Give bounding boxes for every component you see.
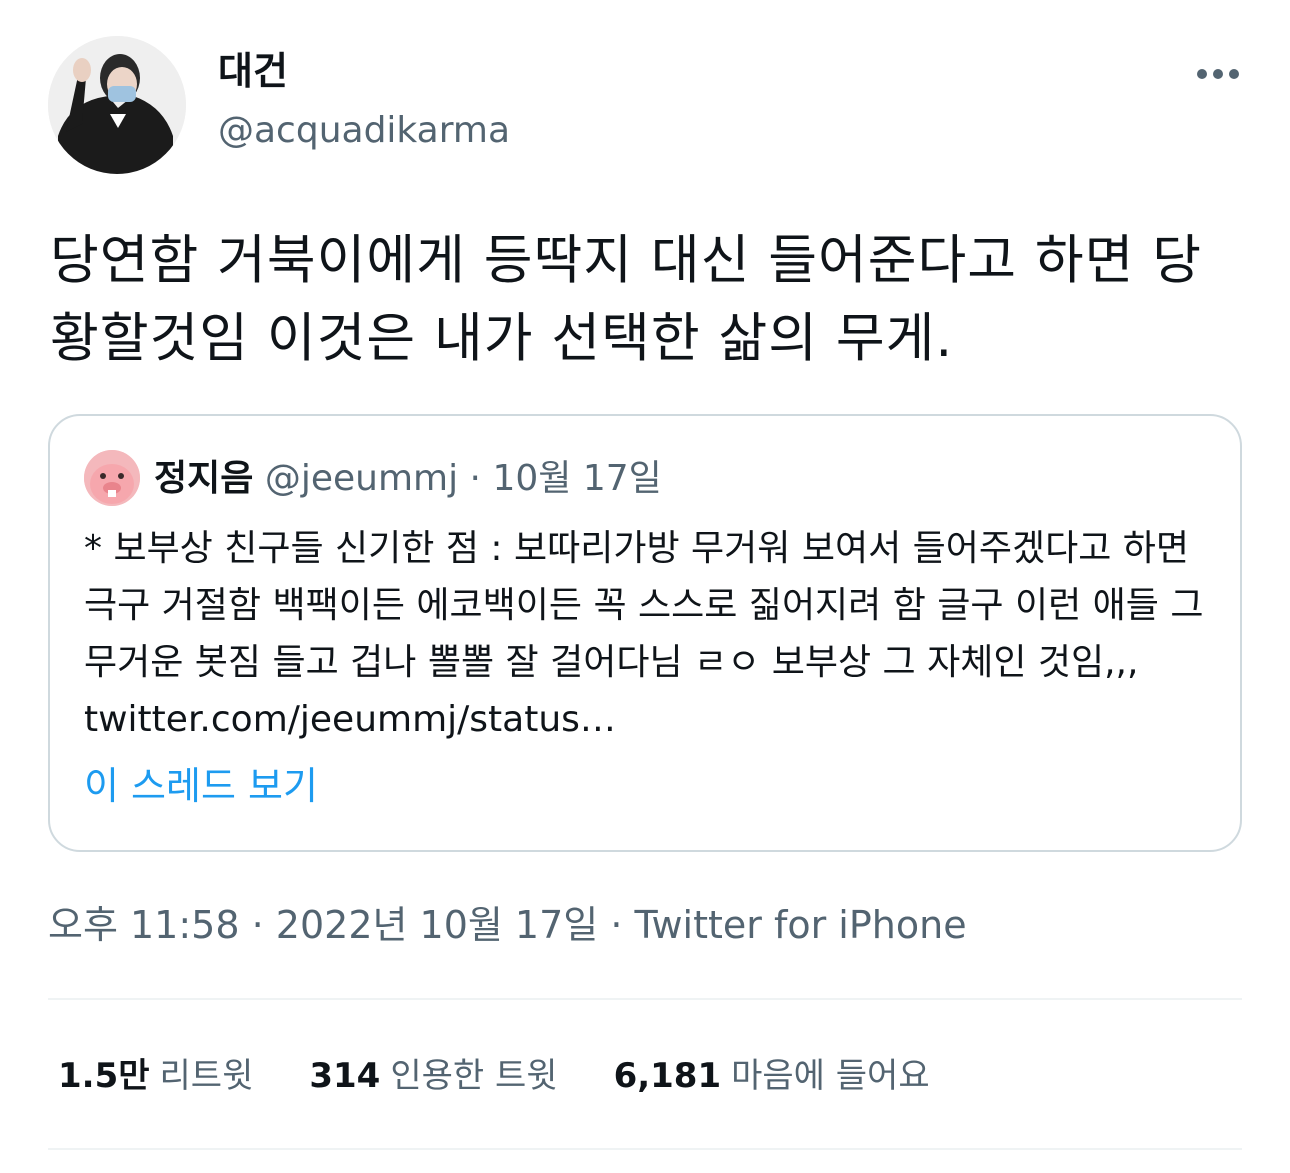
author-handle[interactable]: @acquadikarma	[218, 106, 510, 156]
ellipsis-icon	[1197, 69, 1239, 79]
retweets-stat[interactable]: 1.5만 리트윗	[58, 1050, 253, 1102]
tweet-text: 당연함 거북이에게 등딱지 대신 들어준다고 하면 당황할것임 이것은 내가 선…	[50, 230, 1203, 369]
quotes-stat[interactable]: 314 인용한 트윗	[309, 1050, 557, 1102]
meta-separator: ·	[610, 903, 623, 947]
tweet-meta: 오후 11:58 · 2022년 10월 17일 · Twitter for i…	[48, 898, 967, 952]
quoted-tweet-text: * 보부상 친구들 신기한 점 : 보따리가방 무거워 보여서 들어주겠다고 하…	[84, 528, 1204, 740]
quoted-avatar-image	[84, 450, 140, 506]
quotes-count: 314	[309, 1056, 381, 1096]
quotes-label: 인용한 트윗	[390, 1056, 558, 1096]
tweet-source[interactable]: Twitter for iPhone	[635, 903, 967, 947]
quoted-author-avatar[interactable]	[84, 450, 140, 506]
quoted-handle[interactable]: @jeeummj	[265, 458, 458, 499]
author-display-name[interactable]: 대건	[218, 46, 288, 96]
tweet-stats: 1.5만 리트윗 314 인용한 트윗 6,181 마음에 들어요	[58, 1050, 930, 1102]
likes-stat[interactable]: 6,181 마음에 들어요	[614, 1050, 930, 1102]
author-avatar-image	[48, 36, 186, 174]
likes-count: 6,181	[613, 1056, 722, 1096]
quoted-display-name[interactable]: 정지음	[154, 458, 253, 499]
more-options-button[interactable]	[1190, 56, 1246, 92]
meta-separator: ·	[251, 903, 264, 947]
quoted-separator: ·	[469, 458, 481, 499]
author-avatar[interactable]	[48, 36, 186, 174]
divider	[48, 998, 1242, 1000]
tweet-time[interactable]: 오후 11:58	[48, 903, 240, 947]
retweets-label: 리트윗	[159, 1056, 254, 1096]
tweet-detail: 대건 @acquadikarma 당연함 거북이에게 등딱지 대신 들어준다고 …	[0, 0, 1290, 1173]
show-thread-link[interactable]: 이 스레드 보기	[84, 760, 318, 812]
retweets-count: 1.5만	[58, 1056, 150, 1096]
quoted-date[interactable]: 10월 17일	[492, 458, 661, 499]
likes-label: 마음에 들어요	[731, 1056, 930, 1096]
divider	[48, 1148, 1242, 1150]
tweet-date[interactable]: 2022년 10월 17일	[276, 903, 598, 947]
quoted-tweet-header: 정지음 @jeeummj · 10월 17일	[154, 454, 662, 504]
quoted-tweet-card[interactable]: 정지음 @jeeummj · 10월 17일 * 보부상 친구들 신기한 점 :…	[48, 414, 1242, 852]
